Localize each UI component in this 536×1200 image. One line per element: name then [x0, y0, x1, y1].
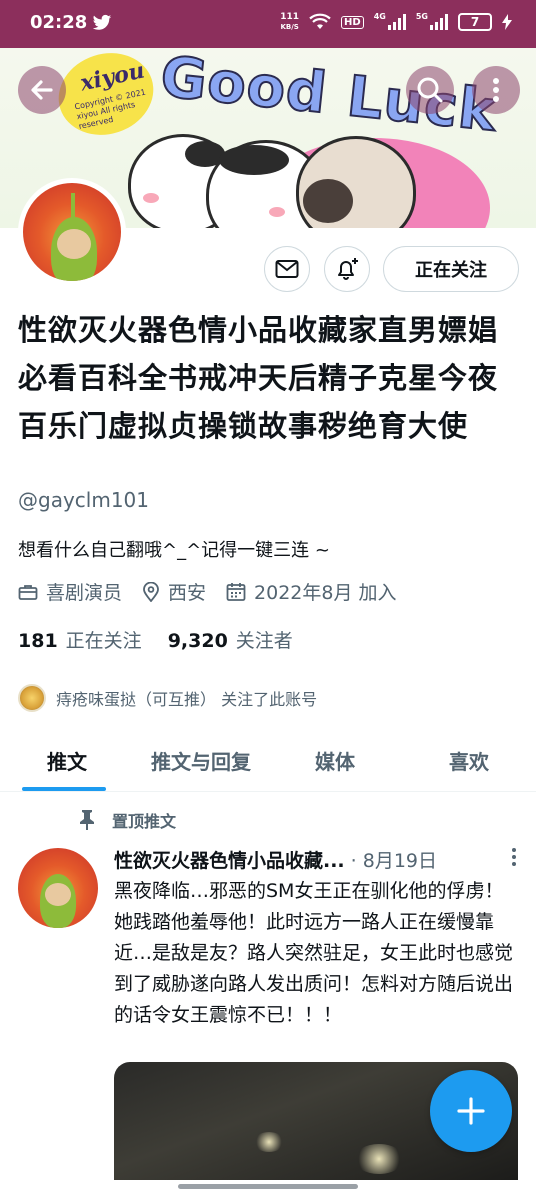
user-handle: @gayclm101 — [18, 488, 149, 512]
charging-icon — [502, 14, 512, 30]
status-time: 02:28 — [30, 12, 88, 33]
signal-label-2: 5G — [415, 12, 428, 21]
media-light-1 — [354, 1144, 404, 1174]
joined-text: 2022年8月 加入 — [254, 582, 397, 604]
profile-avatar[interactable] — [18, 178, 126, 286]
follow-stats: 181 正在关注 9,320 关注者 — [18, 626, 293, 653]
following-stat[interactable]: 181 正在关注 — [18, 626, 142, 653]
message-button[interactable] — [264, 246, 310, 292]
location-text: 西安 — [168, 582, 207, 604]
meta-category: 喜剧演员 — [18, 578, 122, 605]
tweet-date[interactable]: · 8月19日 — [351, 846, 437, 873]
tab-likes[interactable]: 喜欢 — [402, 730, 536, 791]
profile-tabs: 推文 推文与回复 媒体 喜欢 — [0, 730, 536, 792]
bell-plus-icon — [338, 258, 358, 280]
search-icon — [417, 77, 443, 103]
display-name: 性欲灭火器色情小品收藏家直男嫖娼必看百科全书戒冲天后精子克星今夜百乐门虚拟贞操锁… — [18, 313, 499, 443]
back-arrow-icon — [31, 80, 53, 100]
following-label: 正在关注 — [65, 630, 142, 652]
search-button[interactable] — [406, 66, 454, 114]
followers-label: 关注者 — [235, 630, 293, 652]
compose-tweet-button[interactable] — [430, 1070, 512, 1152]
back-button[interactable] — [18, 66, 66, 114]
signal-bars-2 — [430, 14, 448, 30]
location-pin-icon — [143, 581, 159, 602]
tweet-more-button[interactable] — [510, 847, 518, 872]
battery-icon: 7 — [458, 13, 492, 31]
plus-icon — [457, 1097, 485, 1125]
signal-label-1: 4G — [373, 12, 386, 21]
pin-icon — [80, 810, 94, 830]
following-count: 181 — [18, 630, 58, 652]
tab-media[interactable]: 媒体 — [268, 730, 402, 791]
more-options-button[interactable] — [472, 66, 520, 114]
notifications-button[interactable] — [324, 246, 370, 292]
followers-count: 9,320 — [167, 630, 228, 652]
followed-by-text: 痔疮味蛋挞（可互推） 关注了此账号 — [56, 690, 318, 709]
status-indicators: 111 KB/S HD 4G 5G 7 — [280, 12, 512, 32]
tweet-text: 黑夜降临…邪恶的SM女王正在驯化他的俘虏！她践踏他羞辱他！此时远方一路人正在缓慢… — [114, 880, 514, 1026]
avatar-face — [57, 229, 91, 259]
net-speed-unit: KB/S — [280, 23, 299, 31]
category-text: 喜剧演员 — [46, 582, 123, 604]
more-vertical-icon — [493, 78, 499, 102]
tab-tweets[interactable]: 推文 — [0, 730, 134, 791]
following-button[interactable]: 正在关注 — [383, 246, 519, 292]
net-speed: 111 KB/S — [280, 12, 299, 32]
twitter-bird-icon — [92, 14, 112, 30]
tweet-header: 性欲灭火器色情小品收藏... · 8月19日 — [114, 846, 518, 873]
tab-tweets-and-replies[interactable]: 推文与回复 — [134, 730, 268, 791]
wifi-icon — [309, 13, 331, 29]
hd-badge: HD — [341, 15, 364, 29]
mail-icon — [275, 260, 299, 278]
bio-text: 想看什么自己翻哦^_^记得一键三连 ~ — [18, 540, 330, 561]
briefcase-icon — [18, 584, 38, 600]
net-speed-value: 111 — [280, 12, 300, 22]
follower-avatar — [18, 684, 46, 712]
followers-stat[interactable]: 9,320 关注者 — [168, 626, 293, 653]
tweet-author-avatar[interactable] — [18, 848, 98, 928]
pinned-indicator: 置顶推文 — [78, 808, 176, 832]
more-vertical-small-icon — [512, 848, 516, 866]
signal-bars-1 — [387, 14, 406, 30]
meta-joined: 2022年8月 加入 — [226, 578, 397, 605]
media-light-2 — [254, 1132, 284, 1152]
tweet-avatar-face — [45, 883, 71, 906]
meta-location: 西安 — [142, 578, 206, 605]
home-indicator[interactable] — [178, 1184, 358, 1189]
tweet-author-name[interactable]: 性欲灭火器色情小品收藏... — [114, 846, 345, 873]
profile-meta: 喜剧演员 西安 2022年8月 加入 — [18, 578, 411, 605]
avatar-antenna — [71, 193, 75, 219]
status-bar: 02:28 111 KB/S HD 4G 5G 7 — [0, 0, 536, 48]
battery-level: 7 — [470, 15, 480, 29]
followed-by-row[interactable]: 痔疮味蛋挞（可互推） 关注了此账号 — [18, 684, 317, 712]
pinned-label: 置顶推文 — [112, 812, 177, 831]
calendar-icon — [226, 582, 246, 601]
